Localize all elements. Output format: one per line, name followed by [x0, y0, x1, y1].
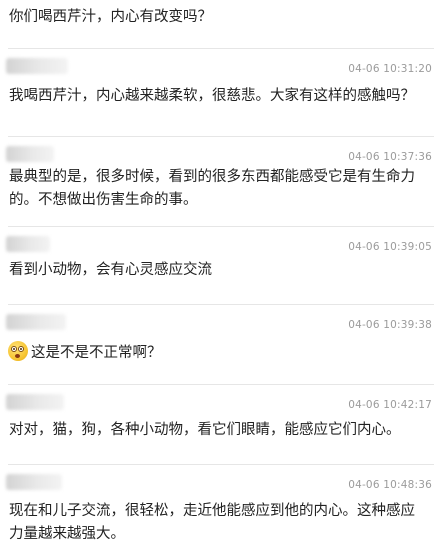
comment-meta: 04-06 10:37:36 — [0, 136, 438, 166]
comment-text-line: 的。不想做出伤害生命的事。 — [9, 192, 198, 208]
comment-body: 看到小动物，会有心灵感应交流 — [9, 259, 428, 282]
previous-comment-text: 你们喝西芹汁，内心有改变吗？ — [9, 9, 212, 25]
comment-meta: 04-06 10:42:17 — [0, 384, 438, 414]
blurred-username — [6, 236, 50, 252]
comment-item: 04-06 10:48:36 现在和儿子交流，很轻松，走近他能感应到他的内心。这… — [0, 464, 438, 552]
comment-timestamp: 04-06 10:39:38 — [348, 319, 432, 331]
comment-body: 我喝西芹汁，内心越来越柔软，很慈悲。大家有这样的感触吗？ — [9, 85, 428, 108]
comment-text-line: 力量越来越强大。 — [9, 526, 125, 542]
comment-timestamp: 04-06 10:31:20 — [348, 63, 432, 75]
comment-body: 这是不是不正常啊？ — [8, 341, 428, 365]
blurred-username — [6, 474, 62, 490]
comment-text-line: 最典型的是，很多时候，看到的很多东西都能感受它是有生命力 — [9, 169, 415, 185]
blurred-username — [6, 146, 54, 162]
comment-text-line: 现在和儿子交流，很轻松，走近他能感应到他的内心。这种感应 — [9, 503, 415, 519]
comment-text: 这是不是不正常啊？ — [31, 345, 162, 361]
comment-text-line: 这是不是不正常啊？ — [8, 341, 428, 365]
comment-item: 04-06 10:39:05 看到小动物，会有心灵感应交流 — [0, 226, 438, 296]
flushed-face-icon — [8, 341, 28, 361]
comment-body: 对对，猫，狗，各种小动物，看它们眼睛，能感应它们内心。 — [9, 419, 428, 442]
comment-item: 04-06 10:37:36 最典型的是，很多时候，看到的很多东西都能感受它是有… — [0, 136, 438, 228]
blurred-username — [6, 394, 64, 410]
comment-timestamp: 04-06 10:42:17 — [348, 399, 432, 411]
comment-meta: 04-06 10:39:38 — [0, 304, 438, 334]
comment-thread: 你们喝西芹汁，内心有改变吗？ 04-06 10:31:20 我喝西芹汁，内心越来… — [0, 0, 438, 552]
comment-item: 04-06 10:39:38 这是不是不正常啊？ — [0, 304, 438, 378]
blurred-username — [6, 58, 68, 74]
comment-body: 最典型的是，很多时候，看到的很多东西都能感受它是有生命力 的。不想做出伤害生命的… — [9, 166, 428, 212]
comment-meta: 04-06 10:31:20 — [0, 48, 438, 78]
comment-timestamp: 04-06 10:39:05 — [348, 241, 432, 253]
comment-meta: 04-06 10:48:36 — [0, 464, 438, 494]
comment-body: 现在和儿子交流，很轻松，走近他能感应到他的内心。这种感应 力量越来越强大。 — [9, 500, 428, 546]
comment-text-line: 看到小动物，会有心灵感应交流 — [9, 262, 212, 278]
comment-timestamp: 04-06 10:37:36 — [348, 151, 432, 163]
comment-item: 04-06 10:42:17 对对，猫，狗，各种小动物，看它们眼睛，能感应它们内… — [0, 384, 438, 454]
comment-meta: 04-06 10:39:05 — [0, 226, 438, 256]
comment-item: 04-06 10:31:20 我喝西芹汁，内心越来越柔软，很慈悲。大家有这样的感… — [0, 48, 438, 118]
comment-timestamp: 04-06 10:48:36 — [348, 479, 432, 491]
blurred-username — [6, 314, 66, 330]
comment-text-line: 对对，猫，狗，各种小动物，看它们眼睛，能感应它们内心。 — [9, 422, 401, 438]
comment-text-line: 我喝西芹汁，内心越来越柔软，很慈悲。大家有这样的感触吗？ — [9, 88, 415, 104]
